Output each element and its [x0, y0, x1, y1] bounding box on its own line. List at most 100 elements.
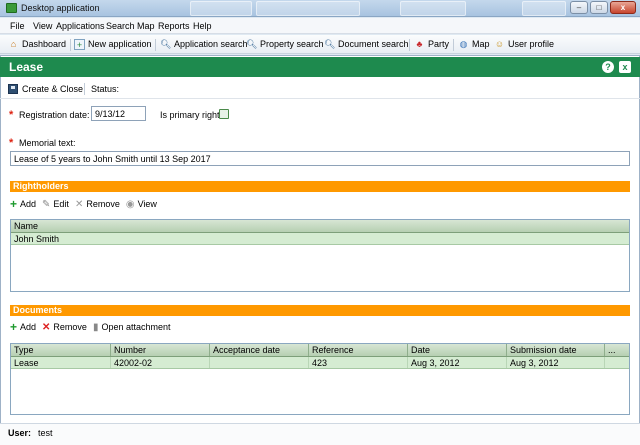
party-icon: ♣: [416, 39, 423, 49]
document-remove-button[interactable]: ✕ Remove: [42, 322, 87, 333]
status-bar: User: test: [0, 423, 640, 445]
menu-file[interactable]: File: [10, 21, 25, 31]
memorial-text-label: Memorial text:: [19, 138, 76, 148]
party-button[interactable]: ♣ Party: [414, 38, 449, 51]
document-add-label: Add: [20, 322, 37, 332]
close-icon[interactable]: x: [619, 61, 631, 73]
memorial-text-field[interactable]: [10, 151, 630, 166]
close-button[interactable]: x: [610, 1, 636, 14]
plus-icon: +: [10, 320, 18, 334]
table-header: Type Number Acceptance date Reference Da…: [11, 344, 629, 357]
column-header-reference[interactable]: Reference: [309, 344, 408, 356]
pencil-icon: ✎: [42, 198, 51, 210]
document-add-button[interactable]: + Add: [10, 320, 37, 334]
user-icon: ☺: [494, 39, 505, 49]
save-icon: [8, 84, 18, 94]
user-value: test: [38, 428, 53, 438]
rightholders-section-header: Rightholders: [10, 181, 630, 192]
column-header-name[interactable]: Name: [11, 220, 629, 232]
required-marker: *: [9, 137, 14, 149]
open-attachment-label: Open attachment: [101, 322, 171, 332]
remove-icon: ✕: [74, 198, 84, 210]
menu-search[interactable]: Search: [106, 21, 135, 31]
form-title: Lease: [9, 60, 44, 74]
rightholder-remove-button[interactable]: ✕ Remove: [75, 199, 120, 210]
rightholder-view-button[interactable]: ◉ View: [126, 199, 157, 210]
rightholder-edit-button[interactable]: ✎ Edit: [42, 199, 69, 210]
registration-date-field[interactable]: [91, 106, 146, 121]
is-primary-label: Is primary right:: [160, 110, 223, 120]
documents-table: Type Number Acceptance date Reference Da…: [10, 343, 630, 415]
map-button[interactable]: ◍ Map: [458, 38, 490, 51]
user-label: User:: [8, 428, 32, 438]
application-search-button[interactable]: 🔍︎ Application search: [160, 38, 248, 51]
app-icon: [6, 3, 17, 13]
rightholders-toolbar: + Add ✎ Edit ✕ Remove ◉ View: [10, 197, 163, 211]
toolbar-separator: [453, 39, 454, 51]
document-remove-label: Remove: [53, 322, 87, 332]
column-header-type[interactable]: Type: [11, 344, 111, 356]
globe-icon: ◍: [459, 39, 468, 49]
table-header: Name: [11, 220, 629, 233]
form-header: Lease ? x: [0, 57, 640, 77]
new-application-button[interactable]: + New application: [74, 38, 152, 51]
cell-date: Aug 3, 2012: [408, 357, 507, 368]
is-primary-checkbox[interactable]: [219, 109, 229, 119]
cell-submission-date: Aug 3, 2012: [507, 357, 605, 368]
dashboard-label: Dashboard: [22, 39, 67, 49]
menu-help[interactable]: Help: [193, 21, 212, 31]
cell-number: 42002-02: [111, 357, 210, 368]
rightholder-add-button[interactable]: + Add: [10, 198, 37, 210]
user-profile-label: User profile: [508, 39, 555, 49]
toolbar-separator: [70, 39, 71, 51]
column-header-date[interactable]: Date: [408, 344, 507, 356]
rightholder-view-label: View: [137, 199, 157, 209]
attachment-icon: ▮: [92, 321, 99, 333]
table-row[interactable]: John Smith: [11, 233, 629, 245]
eye-icon: ◉: [125, 198, 135, 210]
remove-icon: ✕: [42, 321, 51, 333]
cell-type: Lease: [11, 357, 111, 368]
document-search-label: Document search: [338, 39, 409, 49]
background-tab: [190, 1, 252, 16]
minimize-button[interactable]: –: [570, 1, 588, 14]
rightholder-add-label: Add: [20, 199, 37, 209]
column-header-more[interactable]: ...: [605, 344, 627, 356]
open-attachment-button[interactable]: ▮ Open attachment: [93, 322, 171, 333]
column-header-submission-date[interactable]: Submission date: [507, 344, 605, 356]
menu-reports[interactable]: Reports: [158, 21, 190, 31]
form-actionbar: Create & Close Status:: [0, 79, 640, 99]
cell-more: [605, 357, 627, 368]
create-close-button[interactable]: Create & Close: [8, 84, 83, 94]
menu-view[interactable]: View: [33, 21, 52, 31]
search-icon: 🔍︎: [324, 39, 336, 49]
document-search-button[interactable]: 🔍︎ Document search: [324, 38, 409, 51]
search-icon: 🔍︎: [160, 39, 172, 49]
map-label: Map: [472, 39, 490, 49]
user-profile-button[interactable]: ☺ User profile: [494, 38, 554, 51]
maximize-button[interactable]: □: [590, 1, 608, 14]
help-icon[interactable]: ?: [602, 61, 614, 73]
menu-map[interactable]: Map: [137, 21, 155, 31]
background-tab: [256, 1, 360, 16]
new-application-icon: +: [74, 39, 85, 50]
menu-applications[interactable]: Applications: [56, 21, 105, 31]
documents-section-header: Documents: [10, 305, 630, 316]
column-header-number[interactable]: Number: [111, 344, 210, 356]
toolbar-separator: [155, 39, 156, 51]
status-label: Status:: [91, 84, 120, 94]
rightholder-edit-label: Edit: [53, 199, 69, 209]
search-icon: 🔍︎: [246, 39, 258, 49]
required-marker: *: [9, 109, 14, 121]
dashboard-button[interactable]: ⌂ Dashboard: [8, 38, 66, 51]
window-title: Desktop application: [21, 3, 100, 13]
actionbar-separator: [84, 83, 85, 95]
cell-reference: 423: [309, 357, 408, 368]
table-row[interactable]: Lease 42002-02 423 Aug 3, 2012 Aug 3, 20…: [11, 357, 629, 369]
column-header-acceptance-date[interactable]: Acceptance date: [210, 344, 309, 356]
new-application-label: New application: [88, 39, 152, 49]
window-titlebar: Desktop application – □ x: [0, 0, 640, 17]
property-search-button[interactable]: 🔍︎ Property search: [246, 38, 324, 51]
toolbar-separator: [409, 39, 410, 51]
create-close-label: Create & Close: [22, 84, 84, 94]
